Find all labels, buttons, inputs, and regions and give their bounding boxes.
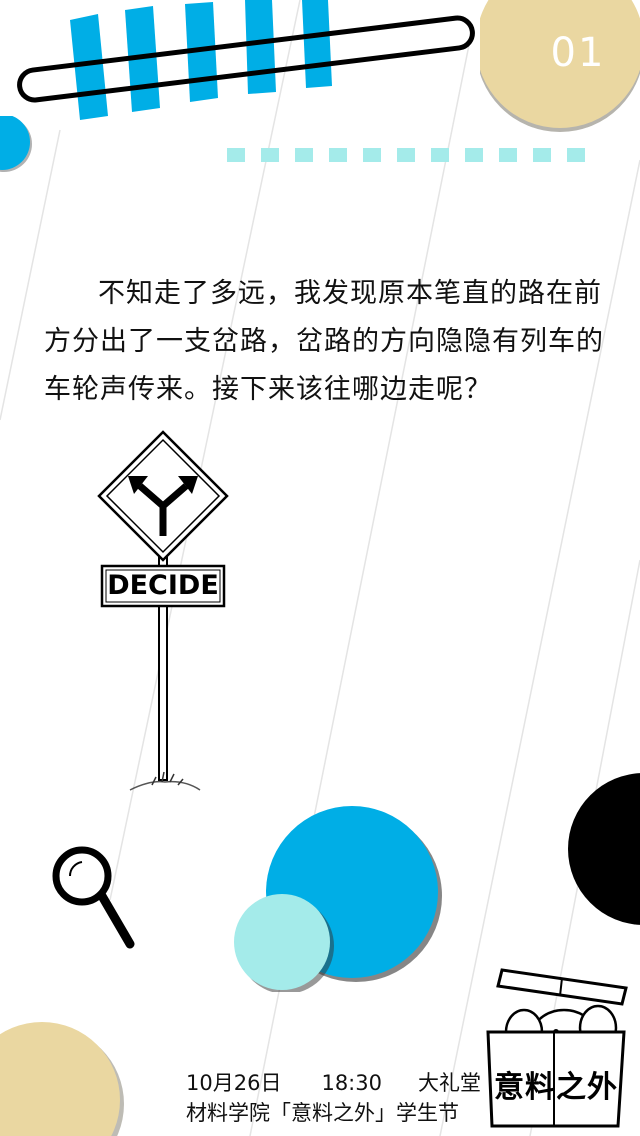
magnifier-icon [52, 846, 135, 949]
black-circle-right [568, 773, 640, 925]
story-text: 不知走了多远，我发现原本笔直的路在前方分出了一支岔路，岔路的方向隐隐有列车的车轮… [44, 270, 614, 414]
sign-label: DECIDE [107, 569, 219, 601]
story-paragraph: 不知走了多远，我发现原本笔直的路在前方分出了一支岔路，岔路的方向隐隐有列车的车轮… [44, 278, 604, 405]
brand-logo-text: 意料之外 [494, 1070, 618, 1105]
page: 01 不知走了多远，我发现原本笔直的路在前方分出了一支岔路，岔路的方向隐隐有列车… [0, 0, 640, 1136]
event-info-row: 10月26日 18:30 大礼堂 [186, 1068, 481, 1098]
event-time: 18:30 [321, 1071, 382, 1095]
sand-circle-bottom [0, 1022, 124, 1136]
event-date: 10月26日 [186, 1071, 282, 1095]
event-venue: 大礼堂 [417, 1071, 481, 1095]
footer: 10月26日 18:30 大礼堂 材料学院「意料之外」学生节 [186, 1068, 481, 1128]
fork-arrow-icon [128, 476, 198, 536]
cyan-dash-row [227, 148, 585, 162]
blue-dot-left [0, 116, 32, 172]
page-number: 01 [550, 30, 606, 76]
event-name: 材料学院「意料之外」学生节 [186, 1101, 459, 1125]
blue-circles [234, 806, 442, 992]
striped-bar [17, 0, 475, 120]
